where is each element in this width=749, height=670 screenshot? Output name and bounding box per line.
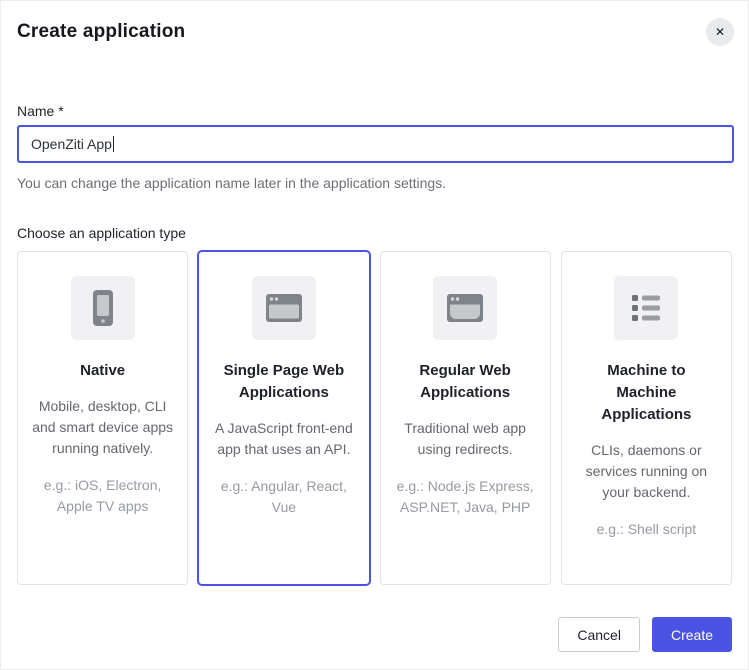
name-helper-text: You can change the application name late… <box>17 175 732 191</box>
card-single-page-web-applications[interactable]: Single Page Web Applications A JavaScrip… <box>198 251 369 585</box>
card-machine-to-machine-applications[interactable]: Machine to Machine Applications CLIs, da… <box>561 251 732 585</box>
card-regular-web-applications[interactable]: Regular Web Applications Traditional web… <box>380 251 551 585</box>
card-description: Traditional web app using redirects. <box>395 418 536 460</box>
card-title: Machine to Machine Applications <box>576 360 717 426</box>
card-example: e.g.: iOS, Electron, Apple TV apps <box>32 475 173 517</box>
dialog-title: Create application <box>17 21 732 43</box>
card-title: Regular Web Applications <box>395 360 536 404</box>
server-window-icon <box>433 276 497 340</box>
dialog-footer: Cancel Create <box>17 617 732 652</box>
close-button[interactable]: ✕ <box>706 18 734 46</box>
card-example: e.g.: Shell script <box>597 519 697 540</box>
card-native[interactable]: Native Mobile, desktop, CLI and smart de… <box>17 251 188 585</box>
card-example: e.g.: Angular, React, Vue <box>213 476 354 518</box>
create-button[interactable]: Create <box>652 617 732 652</box>
name-label: Name * <box>17 103 732 119</box>
text-cursor <box>113 136 114 152</box>
card-description: Mobile, desktop, CLI and smart device ap… <box>32 396 173 459</box>
card-description: A JavaScript front-end app that uses an … <box>213 418 354 460</box>
application-type-cards: Native Mobile, desktop, CLI and smart de… <box>17 251 732 585</box>
card-example: e.g.: Node.js Express, ASP.NET, Java, PH… <box>395 476 536 518</box>
name-input[interactable]: OpenZiti App <box>17 125 734 163</box>
card-title: Native <box>80 360 125 382</box>
create-application-dialog: Create application ✕ Name * OpenZiti App… <box>0 0 749 670</box>
card-title: Single Page Web Applications <box>213 360 354 404</box>
name-input-value: OpenZiti App <box>31 136 112 152</box>
list-icon <box>614 276 678 340</box>
cancel-button[interactable]: Cancel <box>558 617 640 652</box>
type-section-label: Choose an application type <box>17 225 732 241</box>
browser-window-icon <box>252 276 316 340</box>
smartphone-icon <box>71 276 135 340</box>
close-icon: ✕ <box>715 25 725 39</box>
card-description: CLIs, daemons or services running on you… <box>576 440 717 503</box>
